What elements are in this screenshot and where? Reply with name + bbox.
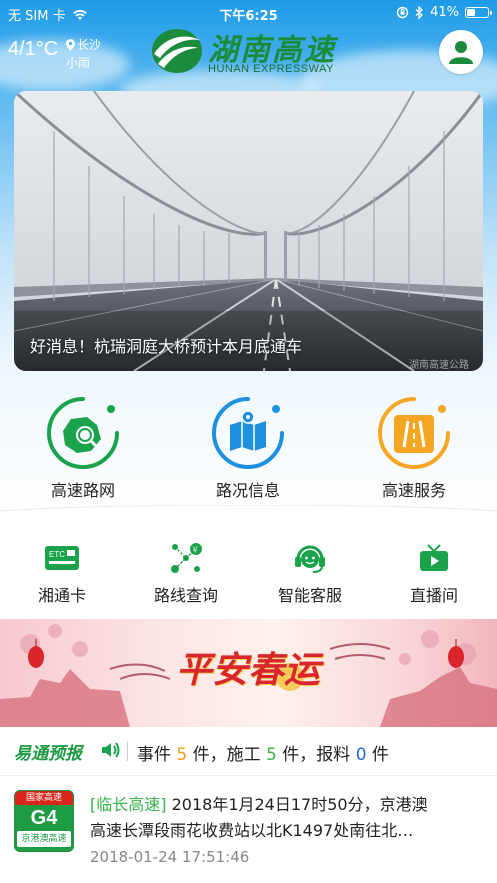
construction-count: 5 [266,745,277,765]
quick-link-label: 路线查询 [153,586,218,605]
shield-top: 国家高速 [15,791,73,805]
service-traffic-info[interactable]: 路况信息 [188,395,308,501]
user-icon [449,41,473,64]
service-highway[interactable]: 高速服务 [354,395,474,501]
rotation-lock-icon [396,6,409,19]
app-logo: 湖南高速 HUNAN EXPRESSWAY [148,25,358,77]
traffic-info-icon [212,397,284,469]
news-line2: 高速长潭段雨花收费站以北K1497处南往北… [90,821,414,840]
ticker-brand: 易通预报 [14,744,82,764]
quick-link-live[interactable]: 直播间 [379,540,489,606]
ticker-suffix: 件 [371,745,389,765]
user-profile-button[interactable] [439,30,483,74]
status-bar: 无 SIM 卡 下午6:25 41% [0,0,497,26]
section-divider [0,505,497,525]
speaker-icon [102,742,120,758]
construction-label: 件，施工 [192,745,261,765]
quick-link-route-search[interactable]: ¥ 路线查询 [131,540,241,606]
news-timestamp: 2018-01-24 17:51:46 [90,848,250,866]
svg-text:ETC: ETC [49,550,65,559]
quick-link-label: 智能客服 [277,586,342,605]
ticker-separator [127,741,128,761]
svg-text:¥: ¥ [193,546,198,555]
live-tv-icon [420,544,448,571]
service-road-network[interactable]: 高速路网 [23,395,143,501]
route-search-icon: ¥ [171,543,202,573]
etc-card-icon: ETC [45,546,79,570]
news-body: [临长高速] 2018年1月24日17时50分，京港澳 高速长潭段雨花收费站以北… [90,792,485,844]
service-label: 高速服务 [381,481,446,500]
events-count: 5 [176,745,188,765]
bridge-image [14,91,483,371]
bluetooth-icon [415,6,424,19]
customer-service-icon [295,545,325,573]
weather-temperature: 4/1°C [8,38,59,60]
highway-service-icon [378,397,450,469]
weather-city: 长沙 [66,36,101,53]
location-pin-icon [66,38,75,51]
quick-link-customer-service[interactable]: 智能客服 [255,540,365,606]
ticker-summary: 事件 5 件，施工 5 件，报料 0 件 [137,740,389,765]
promo-banner[interactable]: 平安春运 [0,619,497,727]
divider [0,775,497,776]
news-line1: 2018年1月24日17时50分，京港澳 [171,795,428,814]
news-tag: [临长高速] [90,795,167,814]
traffic-ticker[interactable]: 易通预报 事件 5 件，施工 5 件，报料 0 件 [0,731,497,771]
shield-bottom: 京港澳高速 [17,831,71,847]
battery-percent: 41% [430,5,459,20]
battery-icon [465,7,492,18]
quick-link-etc-card[interactable]: ETC 湘通卡 [7,540,117,606]
shield-code: G4 [30,807,58,829]
banner-watermark: 湖南高速公路 [409,360,469,371]
main-services: 高速路网 路况信息 高速服务 [0,395,497,505]
promo-title: 平安春运 [176,649,321,691]
quick-link-label: 直播间 [409,586,458,605]
weather-condition: 小雨 [66,56,91,70]
reports-label: 件，报料 [282,745,351,765]
banner-caption: 好消息！杭瑞洞庭大桥预计本月底通车 [30,337,303,356]
logo-title-en: HUNAN EXPRESSWAY [208,63,334,75]
news-banner[interactable]: 好消息！杭瑞洞庭大桥预计本月底通车 湖南高速公路 [14,91,483,371]
reports-count: 0 [355,745,367,765]
events-label: 事件 [137,745,171,765]
service-label: 高速路网 [50,481,115,500]
highway-shield-badge: 国家高速 G4 京港澳高速 [14,790,74,852]
service-label: 路况信息 [215,481,280,500]
quick-links: ETC 湘通卡 ¥ 路线查询 智能客服 直播间 [0,540,497,610]
status-right: 41% [396,5,492,20]
quick-link-label: 湘通卡 [37,586,86,605]
road-network-icon [47,397,119,469]
news-item[interactable]: 国家高速 G4 京港澳高速 [临长高速] 2018年1月24日17时50分，京港… [0,780,497,883]
logo-emblem-icon [152,29,202,73]
